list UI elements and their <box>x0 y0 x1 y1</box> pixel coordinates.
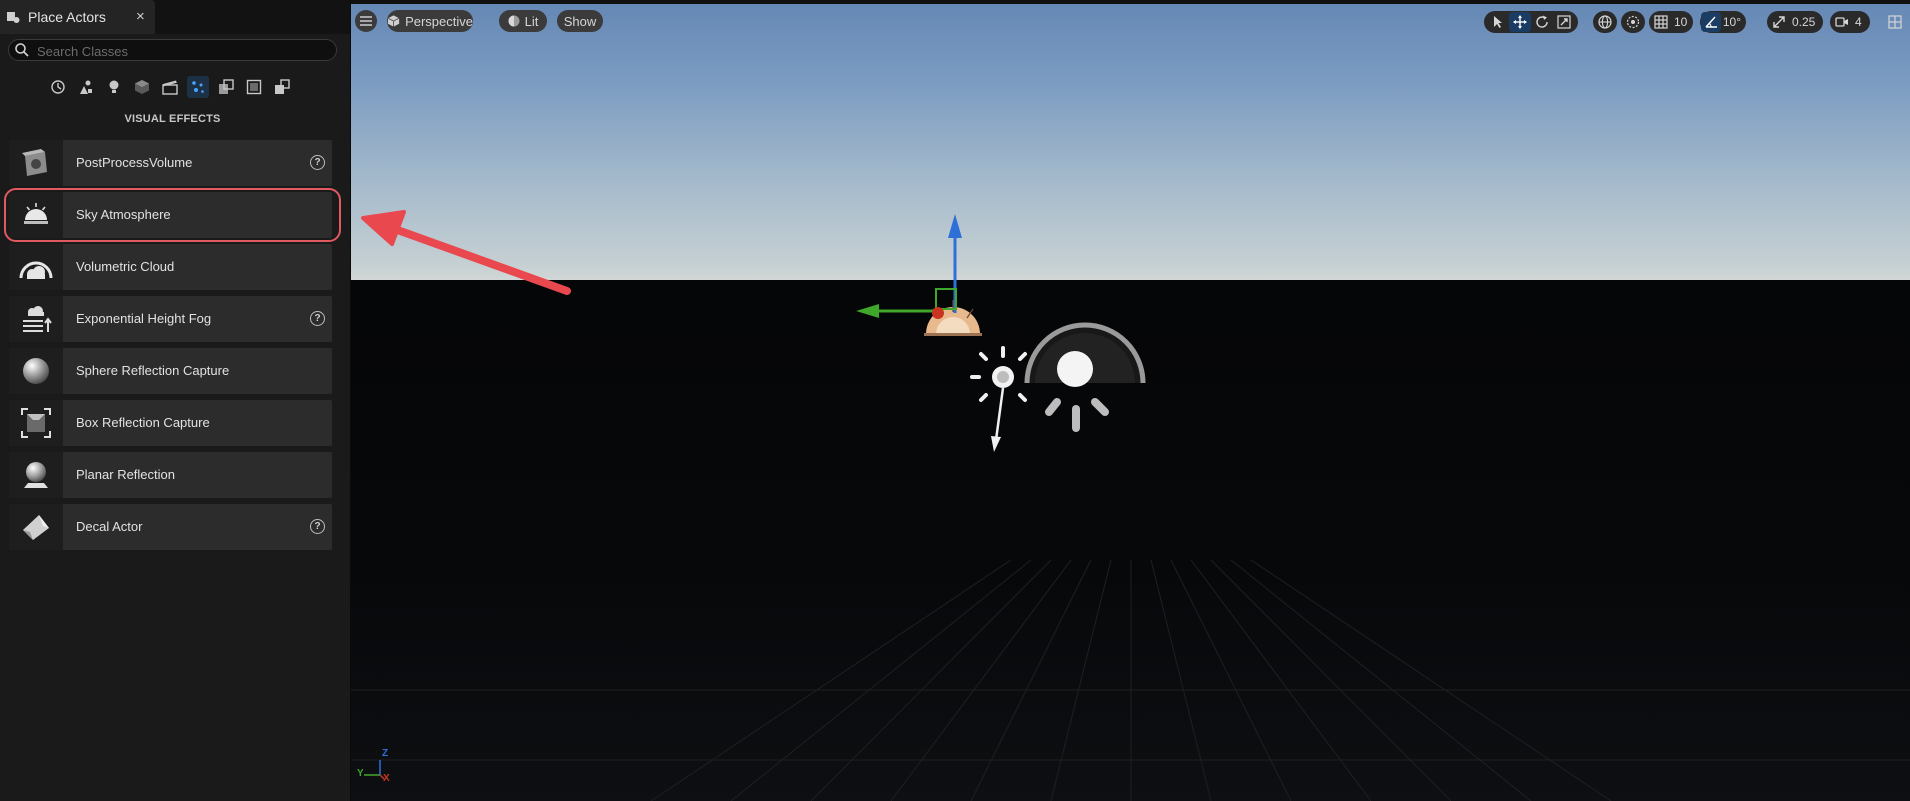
sky-light-billboard[interactable] <box>1024 322 1146 432</box>
cinematic-icon[interactable] <box>159 76 181 98</box>
tab-bar: Place Actors × <box>0 0 350 34</box>
shapes-icon[interactable] <box>131 76 153 98</box>
item-label: Box Reflection Capture <box>76 415 210 430</box>
visual-effects-icon[interactable] <box>187 76 209 98</box>
sphere-reflection-icon <box>9 348 63 394</box>
lights-icon[interactable] <box>103 76 125 98</box>
search-input[interactable] <box>35 41 329 61</box>
axis-z-label: Z <box>382 748 389 759</box>
item-label: Exponential Height Fog <box>76 311 212 326</box>
volumes-icon[interactable] <box>215 76 237 98</box>
axis-indicator <box>364 760 385 780</box>
recent-icon[interactable] <box>47 76 69 98</box>
help-icon[interactable]: ? <box>310 519 325 534</box>
search-icon <box>15 43 29 57</box>
tab-place-actors[interactable]: Place Actors × <box>0 0 155 34</box>
list-item-post-process-volume[interactable]: PostProcessVolume ? <box>9 140 332 186</box>
item-label: Volumetric Cloud <box>76 259 175 274</box>
list-item-sky-atmosphere[interactable]: Sky Atmosphere <box>9 192 332 238</box>
height-fog-icon <box>9 296 63 342</box>
basic-icon[interactable] <box>75 76 97 98</box>
planar-reflection-icon <box>9 452 63 498</box>
item-label: Sky Atmosphere <box>76 207 171 222</box>
sky-atmosphere-billboard[interactable] <box>924 300 982 336</box>
directional-light-billboard[interactable] <box>970 346 1027 452</box>
sky-atmosphere-icon <box>9 192 63 238</box>
list-item-sphere-reflection-capture[interactable]: Sphere Reflection Capture <box>9 348 332 394</box>
item-label: Decal Actor <box>76 519 143 534</box>
all-classes-icon[interactable] <box>243 76 265 98</box>
item-label: PostProcessVolume <box>76 155 193 170</box>
item-label: Sphere Reflection Capture <box>76 363 230 378</box>
list-item-decal-actor[interactable]: Decal Actor ? <box>9 504 332 550</box>
axis-y-label: Y <box>357 768 364 779</box>
list-item-box-reflection-capture[interactable]: Box Reflection Capture <box>9 400 332 446</box>
translate-gizmo[interactable] <box>856 214 962 319</box>
axis-x-label: X <box>383 773 390 784</box>
close-tab-button[interactable]: × <box>136 8 145 25</box>
post-process-volume-icon <box>9 140 63 186</box>
volumetric-cloud-icon <box>9 244 63 290</box>
tab-title: Place Actors <box>28 9 106 25</box>
list-item-volumetric-cloud[interactable]: Volumetric Cloud <box>9 244 332 290</box>
search-box <box>8 39 337 61</box>
decal-actor-icon <box>9 504 63 550</box>
item-label: Planar Reflection <box>76 467 175 482</box>
geometry-icon[interactable] <box>271 76 293 98</box>
place-actors-panel: Place Actors × Search Classes VISUAL EFF… <box>0 0 351 801</box>
help-icon[interactable]: ? <box>310 311 325 326</box>
box-reflection-icon <box>9 400 63 446</box>
list-item-planar-reflection[interactable]: Planar Reflection <box>9 452 332 498</box>
scene-objects <box>364 214 1146 780</box>
list-item-exponential-height-fog[interactable]: Exponential Height Fog ? <box>9 296 332 342</box>
category-label: VISUAL EFFECTS <box>124 113 221 125</box>
help-icon[interactable]: ? <box>310 155 325 170</box>
level-viewport[interactable]: Perspective Lit Show 10 10° 0.25 4 Y Z X <box>351 0 1910 801</box>
place-actors-icon <box>7 12 20 23</box>
